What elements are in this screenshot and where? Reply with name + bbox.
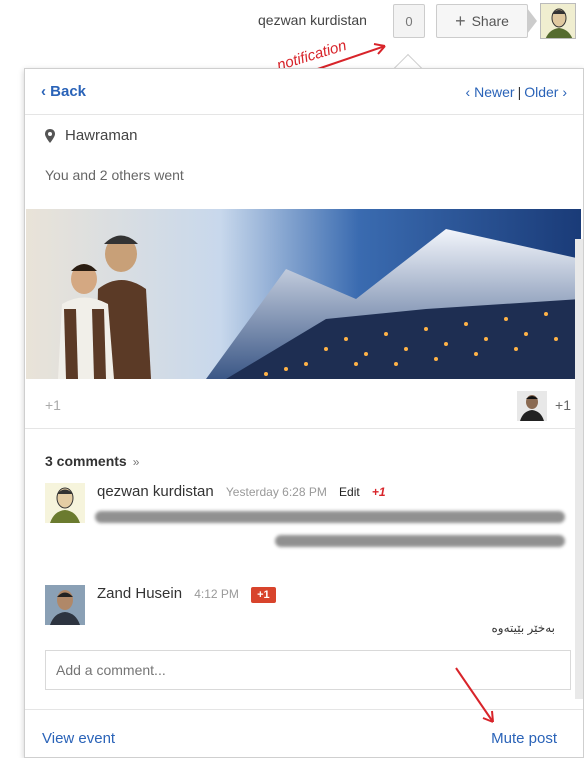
plusoner-avatar[interactable] — [517, 391, 547, 421]
comment-author[interactable]: Zand Husein — [97, 585, 182, 602]
profile-avatar[interactable] — [540, 3, 576, 39]
comments-count: 3 comments — [45, 453, 127, 469]
panel-footer: View event Mute post — [25, 709, 583, 758]
plus-icon: + — [455, 10, 466, 31]
event-banner-image — [26, 209, 581, 379]
comment-item: Zand Husein 4:12 PM +1 بەخێر بێیتەوە — [45, 585, 565, 645]
pager-separator: | — [517, 84, 522, 100]
comment-author[interactable]: qezwan kurdistan — [97, 483, 214, 500]
top-user-name[interactable]: qezwan kurdistan — [258, 12, 367, 28]
attendance-text: You and 2 others went — [45, 167, 184, 183]
share-button[interactable]: + Share — [436, 4, 528, 38]
blurred-comment-line — [275, 535, 565, 547]
share-label: Share — [471, 13, 509, 29]
comment-item: qezwan kurdistan Yesterday 6:28 PM Edit … — [45, 483, 565, 567]
event-location: Hawraman — [45, 127, 138, 144]
add-comment-input[interactable] — [45, 650, 571, 690]
comments-header[interactable]: 3 comments » — [45, 453, 139, 469]
notification-count-button[interactable]: 0 — [393, 4, 425, 38]
blurred-comment-line — [95, 511, 565, 523]
notification-panel: ‹ Back ‹ Newer | Older › Hawraman You and … — [24, 68, 584, 758]
expand-chevron-icon[interactable]: » — [133, 455, 140, 469]
panel-nav: ‹ Back ‹ Newer | Older › — [25, 69, 583, 115]
comment-plusone-badge[interactable]: +1 — [251, 587, 276, 603]
comment-avatar[interactable] — [45, 483, 85, 523]
location-name: Hawraman — [65, 127, 138, 144]
mute-post-link[interactable]: Mute post — [491, 730, 557, 747]
plusone-button[interactable]: +1 — [45, 397, 61, 413]
newer-link[interactable]: ‹ Newer — [466, 84, 515, 100]
comment-header-line: Zand Husein 4:12 PM +1 — [97, 585, 276, 603]
comment-header-line: qezwan kurdistan Yesterday 6:28 PM Edit … — [97, 483, 386, 500]
panel-scrollbar[interactable] — [575, 239, 583, 699]
comment-edit-link[interactable]: Edit — [339, 485, 360, 499]
comment-text: بەخێر بێیتەوە — [491, 621, 556, 635]
comment-time: Yesterday 6:28 PM — [225, 485, 327, 499]
comment-time: 4:12 PM — [194, 587, 239, 601]
back-link[interactable]: ‹ Back — [41, 83, 86, 100]
map-pin-icon — [45, 128, 55, 143]
plusone-row: +1 +1 — [25, 381, 583, 429]
older-link[interactable]: Older › — [524, 84, 567, 100]
share-count-arrow — [527, 8, 537, 34]
plusone-count: +1 — [555, 397, 571, 413]
pager: ‹ Newer | Older › — [466, 84, 567, 100]
comment-plusone[interactable]: +1 — [372, 485, 386, 499]
view-event-link[interactable]: View event — [42, 730, 115, 747]
comment-avatar[interactable] — [45, 585, 85, 625]
